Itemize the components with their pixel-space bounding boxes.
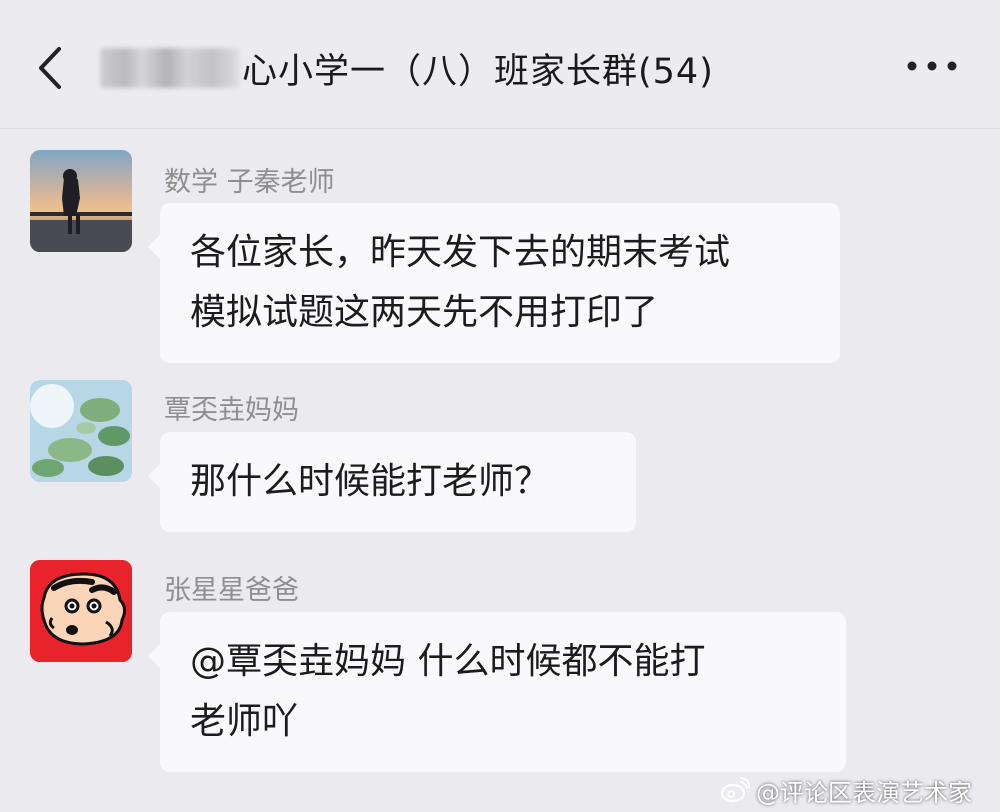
avatar-father[interactable] [30,560,132,662]
message-line: 模拟试题这两天先不用打印了 [190,292,659,333]
more-options-button[interactable] [896,40,968,92]
group-title: 心小学一（八）班家长群(54) [100,38,714,98]
avatar-mother-image [30,380,132,482]
sender-name-teacher: 数学 子秦老师 [164,167,335,198]
sender-name-mother: 覃奀垚妈妈 [164,395,299,426]
chevron-left-icon [39,47,61,89]
avatar-teacher[interactable] [30,150,132,252]
message-line: 各位家长，昨天发下去的期末考试 [190,232,731,273]
message-bubble-teacher[interactable]: 各位家长，昨天发下去的期末考试 模拟试题这两天先不用打印了 [148,203,840,363]
message-line: @覃奀垚妈妈 什么时候都不能打 [190,641,706,682]
back-button[interactable] [30,42,70,94]
blurred-school-name [100,48,240,88]
group-title-text: 心小学一（八）班家长群(54) [242,51,714,92]
sender-name-father: 张星星爸爸 [164,575,299,606]
more-dots-icon [907,61,957,71]
message-line: 老师吖 [190,701,299,742]
weibo-icon [720,777,750,803]
weibo-watermark: @评论区表演艺术家 [720,772,972,808]
watermark-text: @评论区表演艺术家 [756,778,972,807]
message-bubble-mother[interactable]: 那什么时候能打老师？ [148,432,636,532]
avatar-mother[interactable] [30,380,132,482]
avatar-teacher-image [30,150,132,252]
message-line: 那什么时候能打老师？ [190,461,551,502]
cartoon-face-icon [30,560,132,662]
chat-header: 心小学一（八）班家长群(54) [0,0,1000,129]
message-bubble-father[interactable]: @覃奀垚妈妈 什么时候都不能打 老师吖 [148,612,846,772]
